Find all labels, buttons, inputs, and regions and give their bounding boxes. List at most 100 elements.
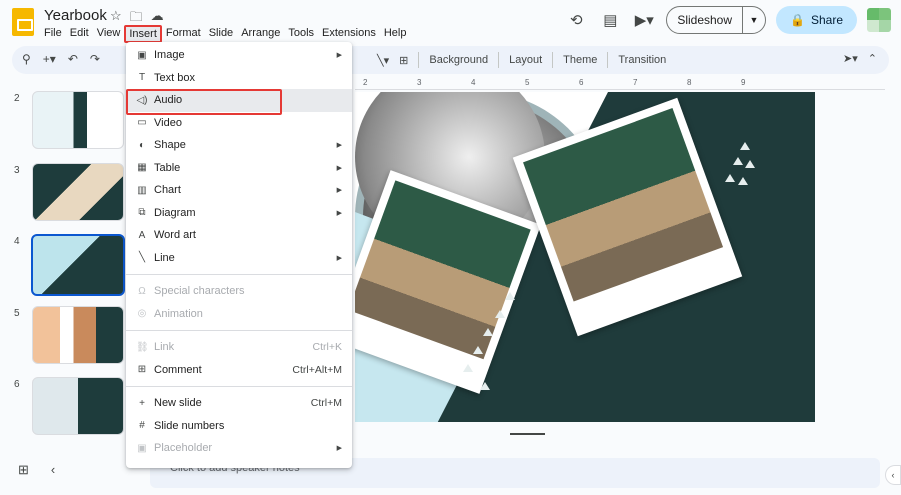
menu-item-diagram[interactable]: ⧉ Diagram ▶	[126, 202, 352, 225]
toolbar-divider	[498, 52, 500, 68]
menu-item-label: Diagram	[154, 206, 196, 219]
menu-item-audio[interactable]: ◁) Audio	[126, 89, 352, 115]
menu-item-line[interactable]: ╲ Line ▶	[126, 247, 352, 270]
menu-item-link[interactable]: ⛓ Link Ctrl+K	[126, 336, 352, 359]
diagram-icon: ⧉	[138, 207, 146, 219]
menu-arrange[interactable]: Arrange	[237, 25, 284, 43]
menu-extensions[interactable]: Extensions	[318, 25, 380, 43]
triangle-decoration	[740, 142, 750, 150]
chevron-down-icon[interactable]: ▼	[743, 15, 765, 25]
insert-menu: ▣ Image ▶ T Text box ◁) Audio ▭ Video ◐ …	[126, 42, 352, 468]
submenu-arrow-icon: ▶	[336, 164, 342, 172]
layout-button[interactable]: Layout	[509, 54, 542, 66]
menu-divider	[126, 386, 352, 387]
slide-number: 6	[14, 379, 20, 390]
submenu-arrow-icon: ▶	[336, 445, 342, 453]
lock-icon: 🔒	[790, 13, 805, 27]
collapse-filmstrip-icon[interactable]: ‹	[51, 462, 55, 478]
ruler-tick: 4	[471, 78, 476, 87]
comment-icon: ⊞	[137, 364, 147, 376]
menu-item-slide-numbers[interactable]: # Slide numbers	[126, 415, 352, 438]
submenu-arrow-icon: ▶	[336, 187, 342, 195]
menu-divider	[126, 330, 352, 331]
link-icon: ⛓	[136, 341, 149, 353]
filmstrip: 2 3 4 5 6	[0, 78, 125, 458]
grid-view-icon[interactable]: ⊞	[18, 462, 29, 478]
menu-format[interactable]: Format	[162, 25, 205, 43]
side-panel-toggle-icon[interactable]: ‹	[885, 465, 901, 485]
menu-view[interactable]: View	[93, 25, 125, 43]
triangle-decoration	[483, 328, 493, 336]
slide-thumbnail-6[interactable]	[32, 377, 124, 435]
menu-item-table[interactable]: ▦ Table ▶	[126, 157, 352, 180]
menu-item-label: New slide	[154, 397, 202, 410]
share-button[interactable]: 🔒 Share	[776, 6, 857, 34]
comments-icon[interactable]: ▤	[598, 8, 622, 32]
menu-item-label: Text box	[154, 71, 195, 84]
avatar[interactable]	[867, 8, 891, 32]
menu-item-image[interactable]: ▣ Image ▶	[126, 44, 352, 67]
transition-button[interactable]: Transition	[618, 54, 666, 66]
chevron-up-icon[interactable]: ⌃	[868, 52, 877, 65]
menu-item-word-art[interactable]: A Word art	[126, 224, 352, 247]
menu-item-comment[interactable]: ⊞ Comment Ctrl+Alt+M	[126, 359, 352, 382]
version-history-icon[interactable]: ⟲	[564, 8, 588, 32]
redo-icon[interactable]: ↷	[90, 52, 100, 66]
slide-number: 2	[14, 93, 20, 104]
menu-item-text-box[interactable]: T Text box	[126, 67, 352, 90]
slideshow-button[interactable]: Slideshow ▼	[666, 6, 767, 34]
search-icon[interactable]: ⚲	[22, 52, 31, 66]
menu-item-label: Special characters	[154, 285, 245, 298]
slides-logo-icon[interactable]	[12, 8, 34, 36]
slide-number: 3	[14, 165, 20, 176]
select-cursor-icon[interactable]: ➤▾	[843, 52, 858, 65]
menu-item-label: Animation	[154, 307, 203, 320]
audio-icon: ◁)	[136, 94, 148, 106]
menu-item-shape[interactable]: ◐ Shape ▶	[126, 134, 352, 157]
slide-thumbnail-3[interactable]	[32, 163, 124, 221]
menu-slide[interactable]: Slide	[205, 25, 237, 43]
menu-item-label: Link	[154, 341, 175, 354]
menu-edit[interactable]: Edit	[66, 25, 93, 43]
menu-item-label: Audio	[154, 94, 183, 107]
doc-title[interactable]: Yearbook	[44, 7, 107, 24]
triangle-decoration	[473, 346, 483, 354]
ruler-tick: 5	[525, 78, 530, 87]
menu-item-new-slide[interactable]: + New slide Ctrl+M	[126, 392, 352, 415]
meet-icon[interactable]: ▶▾	[632, 8, 656, 32]
menu-tools[interactable]: Tools	[284, 25, 318, 43]
slide-canvas[interactable]	[355, 92, 815, 422]
new-slide-icon[interactable]: +▾	[43, 52, 56, 66]
theme-button[interactable]: Theme	[563, 54, 597, 66]
slide-thumbnail-4[interactable]	[31, 234, 125, 296]
menu-item-video[interactable]: ▭ Video	[126, 112, 352, 135]
menu-item-label: Placeholder	[154, 442, 213, 455]
menu-item-animation[interactable]: ◎ Animation	[126, 303, 352, 326]
menu-item-label: Word art	[154, 229, 196, 242]
comment-add-icon[interactable]: ⊞	[399, 54, 408, 67]
ruler-tick: 8	[687, 78, 692, 87]
video-icon: ▭	[137, 117, 147, 129]
triangle-decoration	[463, 364, 473, 372]
share-label: Share	[810, 13, 843, 27]
image-icon: ▣	[137, 49, 147, 61]
submenu-arrow-icon: ▶	[336, 254, 342, 262]
slide-thumbnail-2[interactable]	[32, 91, 124, 149]
slideshow-label[interactable]: Slideshow	[667, 7, 744, 33]
menu-insert[interactable]: Insert	[124, 25, 162, 43]
toolbar-divider	[552, 52, 554, 68]
background-button[interactable]: Background	[429, 54, 488, 66]
undo-icon[interactable]: ↶	[68, 52, 78, 66]
menu-divider	[126, 274, 352, 275]
triangle-decoration	[738, 177, 748, 185]
menu-item-chart[interactable]: ▥ Chart ▶	[126, 179, 352, 202]
menu-item-placeholder[interactable]: ▣ Placeholder ▶	[126, 437, 352, 460]
menu-help[interactable]: Help	[380, 25, 411, 43]
slide-thumbnail-5[interactable]	[32, 306, 124, 364]
line-tool-icon[interactable]: ╲▾	[377, 54, 389, 67]
menu-file[interactable]: File	[40, 25, 66, 43]
ruler-tick: 9	[741, 78, 746, 87]
menu-item-label: Comment	[154, 363, 202, 376]
menu-item-label: Chart	[154, 184, 181, 197]
menu-item-special-characters[interactable]: Ω Special characters	[126, 280, 352, 303]
